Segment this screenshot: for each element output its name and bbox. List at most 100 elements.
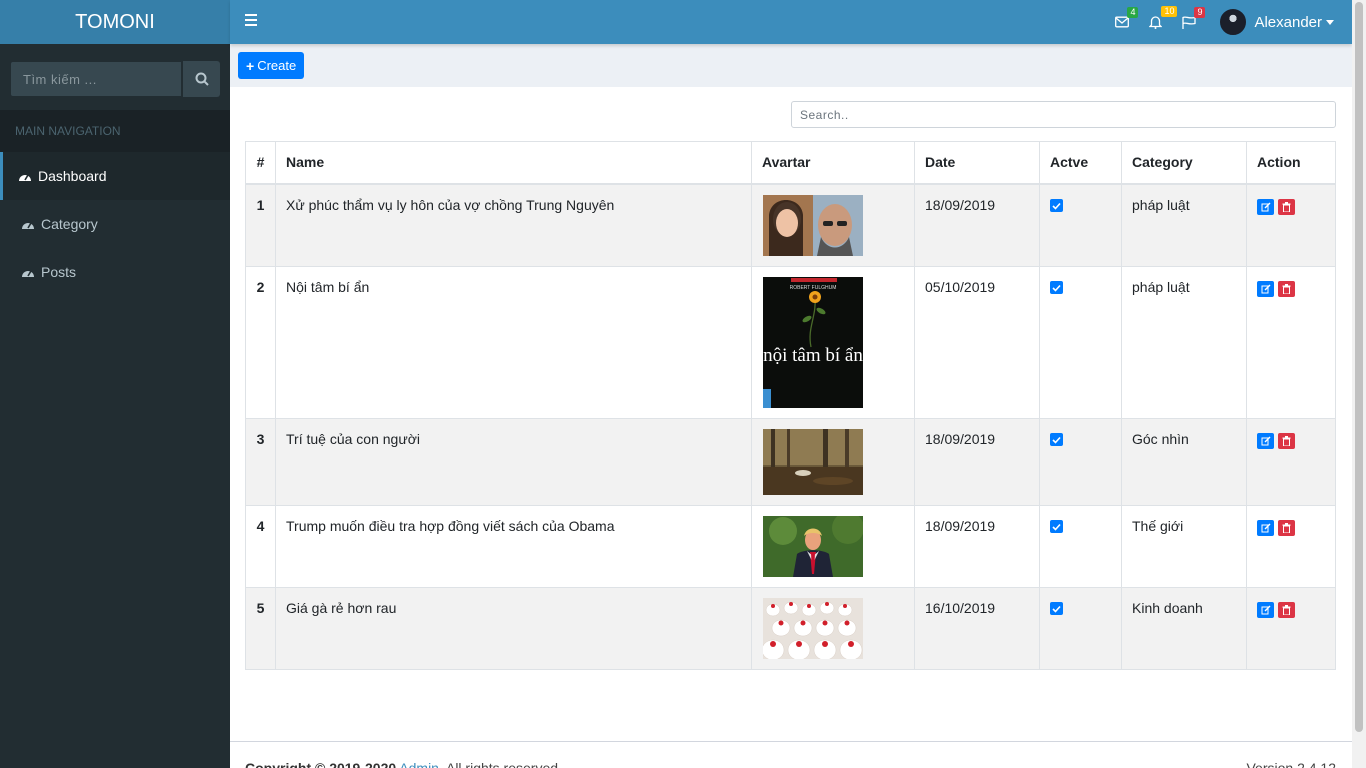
footer-owner-link[interactable]: Admin. [399,760,443,768]
post-category: Kinh doanh [1121,586,1247,670]
post-thumbnail: ROBERT FULGHUM nội tâm bí ẩn [763,276,863,408]
post-thumbnail [763,597,863,659]
delete-button[interactable] [1278,432,1295,449]
create-button[interactable]: + Create [238,52,305,79]
bell-icon [1149,16,1163,29]
column-header-active[interactable]: Actve [1039,141,1122,185]
active-cell [1039,504,1122,588]
table-row: 2 Nội tâm bí ẩn ROBERT FULGHUM nội tâm b… [245,265,1336,419]
post-thumbnail [763,515,863,577]
sidebar-search [10,61,220,97]
table-row: 1 Xử phúc thẩm vụ ly hôn của vợ chồng Tr… [245,183,1336,267]
check-icon [1052,605,1061,613]
sidebar-item-dashboard[interactable]: Dashboard [0,152,230,200]
edit-icon [1261,202,1270,211]
copyright: Copyright © 2019-2020 Admin. All rights … [245,760,562,768]
copyright-prefix: Copyright © 2019-2020 [245,760,397,768]
avatar-cell [751,504,915,588]
posts-table: # Name Avartar Date Actve Category Actio… [245,141,1336,670]
post-thumbnail [763,428,863,495]
brand-logo[interactable]: TOMONI [0,0,230,44]
post-category: Góc nhìn [1121,417,1247,506]
vertical-scrollbar[interactable] [1352,0,1366,768]
sidebar-item-posts[interactable]: Posts [0,248,230,296]
post-date: 05/10/2019 [914,265,1040,419]
active-checkbox[interactable] [1050,520,1063,533]
user-menu[interactable]: Alexander [1254,14,1334,31]
row-number: 2 [245,265,276,419]
column-header-date[interactable]: Date [914,141,1040,185]
copyright-suffix: All rights reserved. [445,760,562,768]
active-checkbox[interactable] [1050,602,1063,615]
active-cell [1039,417,1122,506]
column-header-name[interactable]: Name [275,141,752,185]
row-number: 4 [245,504,276,588]
messages-dropdown[interactable]: 4 [1115,7,1139,28]
active-cell [1039,265,1122,419]
post-category: pháp luật [1121,265,1247,419]
create-button-label: Create [257,58,297,73]
post-category: pháp luật [1121,183,1247,267]
sidebar-search-button[interactable] [182,61,220,97]
sidebar-item-label: Posts [41,264,77,280]
table-search-input[interactable] [791,101,1336,128]
sidebar-search-input[interactable] [10,61,182,97]
action-cell [1246,586,1336,670]
menu-toggle-icon[interactable] [245,14,257,26]
caret-down-icon [1326,19,1334,25]
dashboard-icon [18,170,32,182]
trash-icon [1282,283,1291,294]
edit-button[interactable] [1257,198,1274,215]
action-cell [1246,504,1336,588]
column-header-avatar[interactable]: Avartar [751,141,915,185]
table-header-row: # Name Avartar Date Actve Category Actio… [245,141,1336,185]
active-cell [1039,183,1122,267]
svg-text:nội tâm bí ẩn: nội tâm bí ẩn [763,345,863,366]
check-icon [1052,202,1061,210]
edit-button[interactable] [1257,519,1274,536]
svg-text:ROBERT FULGHUM: ROBERT FULGHUM [790,285,837,291]
delete-button[interactable] [1278,198,1295,215]
sidebar-item-category[interactable]: Category [0,200,230,248]
check-icon [1052,436,1061,444]
check-icon [1052,523,1061,531]
action-cell [1246,417,1336,506]
active-checkbox[interactable] [1050,433,1063,446]
sidebar-item-label: Dashboard [38,168,107,184]
edit-button[interactable] [1257,601,1274,618]
avatar[interactable] [1220,9,1247,35]
sidebar-item-label: Category [41,216,98,232]
table-row: 5 Giá gà rẻ hơn rau 16/10/2019 Kinh doan… [245,586,1336,670]
active-cell [1039,586,1122,670]
trash-icon [1282,435,1291,446]
post-category: Thế giới [1121,504,1247,588]
notifications-dropdown[interactable]: 10 [1149,6,1178,29]
avatar-cell: ROBERT FULGHUM nội tâm bí ẩn [751,265,915,419]
post-name: Giá gà rẻ hơn rau [275,586,752,670]
active-checkbox[interactable] [1050,281,1063,294]
action-cell [1246,265,1336,419]
avatar-cell [751,586,915,670]
avatar-cell [751,183,915,267]
sidebar: TOMONI MAIN NAVIGATION Dashboard Categor… [0,0,230,768]
scrollbar-thumb[interactable] [1355,2,1363,732]
delete-button[interactable] [1278,601,1295,618]
user-name: Alexander [1254,13,1322,31]
active-checkbox[interactable] [1050,199,1063,212]
column-header-category[interactable]: Category [1121,141,1247,185]
delete-button[interactable] [1278,280,1295,297]
delete-button[interactable] [1278,519,1295,536]
row-number: 1 [245,183,276,267]
edit-icon [1261,523,1270,532]
column-header-action[interactable]: Action [1246,141,1336,185]
dashboard-icon [21,266,35,278]
check-icon [1052,284,1061,292]
trash-icon [1282,604,1291,615]
post-name: Nội tâm bí ẩn [275,265,752,419]
edit-button[interactable] [1257,432,1274,449]
flags-dropdown[interactable]: 9 [1182,6,1206,29]
edit-icon [1261,436,1270,445]
post-name: Xử phúc thẩm vụ ly hôn của vợ chồng Trun… [275,183,752,267]
edit-button[interactable] [1257,280,1274,297]
column-header-num[interactable]: # [245,141,276,185]
